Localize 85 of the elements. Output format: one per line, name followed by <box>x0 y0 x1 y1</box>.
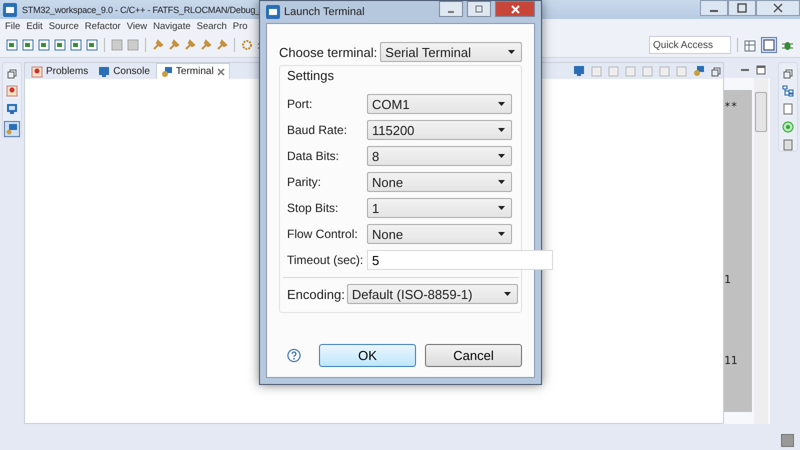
minimize-icon <box>448 10 454 12</box>
group-title: Settings <box>287 68 335 83</box>
close-button[interactable] <box>756 0 800 16</box>
dropdown[interactable]: None <box>367 172 512 192</box>
view-tab[interactable]: Problems <box>26 64 92 79</box>
restore-icon[interactable] <box>6 69 17 79</box>
monitor-icon[interactable] <box>6 103 18 115</box>
close-icon[interactable] <box>216 68 225 76</box>
dropdown[interactable]: None <box>367 224 512 244</box>
input-field[interactable]: 5 <box>367 250 553 270</box>
help-icon[interactable] <box>287 348 301 363</box>
dialog-button[interactable]: Cancel <box>424 344 522 367</box>
terminal-icon <box>160 66 173 78</box>
field-label: Data Bits: <box>287 149 340 163</box>
caret-icon <box>504 292 511 296</box>
field-label: Parity: <box>287 175 322 189</box>
caret-icon <box>508 50 515 54</box>
field-label: Baud Rate: <box>287 123 348 137</box>
file-icon[interactable] <box>22 39 34 51</box>
problems-icon <box>30 66 43 78</box>
caret-icon <box>498 206 505 210</box>
terminal-dropdown[interactable]: Serial Terminal <box>380 42 522 62</box>
close-icon <box>773 3 783 13</box>
dialog-title: Launch Terminal <box>284 6 365 18</box>
view-tab[interactable]: Terminal <box>156 63 230 79</box>
field-label: Timeout (sec): <box>287 253 364 267</box>
encoding-dropdown[interactable]: Default (ISO-8859-1) <box>346 284 518 304</box>
view-tab[interactable]: Console <box>94 64 154 79</box>
menu-item[interactable]: Navigate <box>153 20 191 32</box>
caret-icon <box>498 154 505 158</box>
menu-item[interactable]: Refactor <box>84 20 121 32</box>
minimize-icon <box>710 10 718 12</box>
terminal-icon[interactable] <box>693 65 706 77</box>
field-label: Encoding: <box>287 286 345 302</box>
caret-icon <box>498 180 505 184</box>
problems-icon[interactable] <box>6 85 18 97</box>
file-icon[interactable] <box>70 39 82 51</box>
app-icon <box>3 2 17 16</box>
field-label: Port: <box>287 97 314 111</box>
document-icon[interactable] <box>782 103 794 115</box>
close-button[interactable] <box>495 1 535 17</box>
outline-icon[interactable] <box>782 85 794 97</box>
monitor-icon <box>98 66 110 78</box>
restore-icon[interactable] <box>783 69 793 79</box>
menu-item[interactable]: View <box>126 20 148 32</box>
terminal-icon[interactable] <box>4 121 20 137</box>
dialog-button[interactable]: OK <box>318 344 416 367</box>
close-icon <box>510 4 520 14</box>
maximize-icon <box>737 3 747 13</box>
menu-item[interactable]: Source <box>48 20 79 32</box>
panel-text: ** <box>724 100 738 113</box>
minimize-button[interactable] <box>439 1 463 17</box>
panel-text: 1 <box>724 273 732 286</box>
caret-icon <box>498 102 505 106</box>
menu-item[interactable]: Edit <box>26 20 43 32</box>
file-icon[interactable] <box>54 39 66 51</box>
field-label: Choose terminal: <box>279 44 378 60</box>
dropdown[interactable]: 1 <box>367 198 512 218</box>
file-icon[interactable] <box>86 39 98 51</box>
restore-icon[interactable] <box>711 67 722 77</box>
target-icon[interactable] <box>782 121 794 133</box>
menu-item[interactable]: Pro <box>232 20 248 32</box>
menu-item[interactable]: File <box>5 20 20 32</box>
monitor-icon[interactable] <box>573 65 586 77</box>
quick-access-field[interactable]: Quick Access <box>649 36 731 54</box>
file-icon[interactable] <box>38 39 50 51</box>
dropdown[interactable]: 115200 <box>367 120 512 140</box>
field-label: Stop Bits: <box>287 201 340 215</box>
caret-icon <box>498 232 505 236</box>
maximize-button[interactable] <box>467 1 491 17</box>
maximize-icon[interactable] <box>756 65 766 75</box>
document-icon[interactable] <box>782 139 794 151</box>
dropdown[interactable]: COM1 <box>367 94 512 114</box>
app-icon <box>266 5 280 19</box>
minimize-button[interactable] <box>700 0 728 16</box>
field-label: Flow Control: <box>287 227 359 241</box>
menu-item[interactable]: Search <box>196 20 227 32</box>
dropdown[interactable]: 8 <box>367 146 512 166</box>
file-icon[interactable] <box>6 39 18 51</box>
window-title: STM32_workspace_9.0 - C/C++ - FATFS_RLOCMAN/Debug_ <box>22 4 260 14</box>
maximize-icon <box>475 5 483 13</box>
panel-text: 11 <box>724 354 738 367</box>
caret-icon <box>498 128 505 132</box>
maximize-button[interactable] <box>728 0 756 16</box>
scrollbar[interactable] <box>754 78 768 424</box>
